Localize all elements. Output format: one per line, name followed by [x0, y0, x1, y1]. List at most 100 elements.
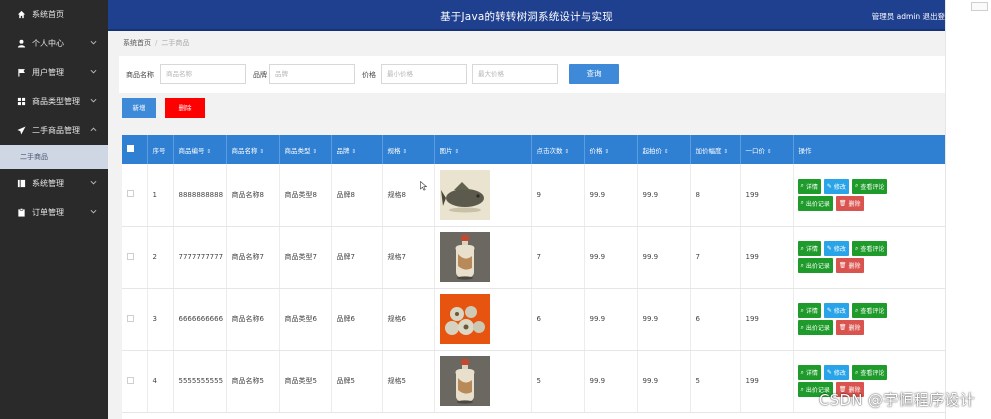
- top-header: 基于Java的转转树洞系统设计与实现 管理员 admin 退出登: [108, 0, 945, 31]
- sort-icon: ⇕: [664, 148, 669, 155]
- sidebar-item-user-management[interactable]: 用户管理: [0, 58, 108, 87]
- cell-code: 8888888888: [173, 164, 227, 227]
- sidebar-subitem-secondhand-goods[interactable]: 二手商品: [0, 145, 108, 169]
- sidebar-item-label: 商品类型管理: [32, 97, 80, 106]
- edit-button[interactable]: ✎ 修改: [823, 241, 849, 256]
- column-header[interactable]: 规格 ⇕: [382, 135, 435, 164]
- cell-increment: 6: [690, 288, 741, 351]
- column-header[interactable]: 商品编号 ⇕: [173, 135, 227, 164]
- add-button[interactable]: 新增: [122, 98, 156, 118]
- sidebar-item-label: 系统首页: [32, 10, 64, 19]
- view-reviews-button[interactable]: ⌕ 查看评论: [851, 178, 888, 194]
- brand-label: 品牌: [253, 71, 267, 79]
- cell-actions: ⌕ 详情 ✎ 修改 ⌕ 查看评论 ⌕ 出价记录 🗑 删除: [793, 288, 945, 351]
- bid-records-button[interactable]: ⌕ 出价记录: [797, 258, 833, 273]
- column-header[interactable]: 图片 ⇕: [434, 135, 532, 164]
- edit-button[interactable]: ✎ 修改: [823, 365, 849, 380]
- sort-icon: ⇕: [312, 148, 318, 155]
- grid-icon: [17, 97, 26, 106]
- cell-spec: 规格7: [382, 226, 435, 289]
- cell-price: 99.9: [584, 164, 638, 227]
- bid-records-button[interactable]: ⌕ 出价记录: [797, 195, 833, 211]
- name-search-input[interactable]: 商品名称: [160, 64, 246, 84]
- column-header: 操作: [793, 135, 945, 164]
- search-icon: ⌕: [800, 385, 804, 393]
- detail-button[interactable]: ⌕ 详情: [797, 365, 821, 380]
- row-delete-button[interactable]: 🗑 删除: [835, 258, 864, 273]
- row-checkbox[interactable]: [122, 164, 148, 227]
- sidebar-item-category-management[interactable]: 商品类型管理: [0, 87, 108, 116]
- detail-button[interactable]: ⌕ 详情: [797, 241, 821, 256]
- row-checkbox[interactable]: [122, 288, 148, 351]
- cell-increment: 5: [690, 350, 741, 413]
- bulk-delete-button[interactable]: 删除: [165, 98, 205, 118]
- sidebar-item-home[interactable]: 系统首页: [0, 0, 108, 29]
- cell-index: 3: [147, 288, 174, 351]
- breadcrumb-home[interactable]: 系统首页: [123, 39, 151, 47]
- sidebar: 系统首页 个人中心 用户管理 商品类型管理 二手商品管理 二手商品 系统管理 订…: [0, 0, 108, 419]
- column-header[interactable]: 点击次数 ⇕: [531, 135, 585, 164]
- user-menu[interactable]: 管理员 admin 退出登: [872, 11, 945, 22]
- product-thumbnail[interactable]: [439, 232, 531, 282]
- search-icon: ⌕: [800, 323, 804, 331]
- sidebar-item-order-management[interactable]: 订单管理: [0, 198, 108, 227]
- sidebar-item-secondhand-management[interactable]: 二手商品管理: [0, 116, 108, 145]
- product-thumbnail[interactable]: [439, 356, 531, 406]
- sidebar-item-label: 个人中心: [32, 39, 64, 48]
- view-reviews-button[interactable]: ⌕ 查看评论: [851, 365, 888, 380]
- sidebar-item-personal-center[interactable]: 个人中心: [0, 29, 108, 58]
- window-control-icon[interactable]: [971, 2, 988, 11]
- row-delete-button[interactable]: 🗑 删除: [835, 320, 864, 335]
- column-header[interactable]: 价格 ⇕: [584, 135, 638, 164]
- row-delete-button[interactable]: 🗑 删除: [835, 195, 864, 211]
- row-checkbox[interactable]: [122, 226, 148, 289]
- detail-button[interactable]: ⌕ 详情: [797, 178, 821, 194]
- cell-image: [434, 350, 532, 413]
- table-row: 3 6666666666 商品名称6 商品类型6 品牌6 规格6 6 99.9 99.9 6 199…: [122, 288, 945, 351]
- select-all-checkbox[interactable]: [122, 135, 148, 164]
- detail-button[interactable]: ⌕ 详情: [797, 303, 821, 318]
- product-thumbnail[interactable]: [439, 169, 531, 220]
- column-header[interactable]: 品牌 ⇕: [331, 135, 383, 164]
- product-thumbnail[interactable]: [439, 294, 531, 344]
- cell-image: [434, 226, 532, 289]
- column-header: 序号: [147, 135, 174, 164]
- search-icon: ⌕: [800, 306, 804, 314]
- chevron-down-icon: [90, 98, 97, 103]
- brand-search-input[interactable]: 品牌: [269, 64, 355, 84]
- query-button[interactable]: 查询: [569, 64, 619, 84]
- sidebar-item-label: 订单管理: [32, 208, 64, 217]
- cell-brand: 品牌5: [331, 350, 383, 413]
- app-window: 系统首页 个人中心 用户管理 商品类型管理 二手商品管理 二手商品 系统管理 订…: [0, 0, 991, 419]
- sidebar-item-label: 二手商品管理: [32, 126, 80, 135]
- cell-buyout: 199: [740, 288, 794, 351]
- edit-button[interactable]: ✎ 修改: [823, 178, 849, 194]
- max-price-input[interactable]: 最大价格: [472, 64, 558, 84]
- column-header[interactable]: 一口价 ⇕: [740, 135, 794, 164]
- column-header[interactable]: 加价幅度 ⇕: [690, 135, 741, 164]
- edit-button[interactable]: ✎ 修改: [823, 303, 849, 318]
- column-header[interactable]: 商品类型 ⇕: [279, 135, 332, 164]
- cell-image: [434, 288, 532, 351]
- chevron-up-icon: [90, 127, 97, 132]
- main-content: 系统首页 / 二手商品 商品名称 商品名称 品牌 品牌 价格 最小价格 最大价格 查…: [108, 31, 945, 419]
- column-header[interactable]: 商品名称 ⇕: [226, 135, 280, 164]
- sidebar-item-system-management[interactable]: 系统管理: [0, 169, 108, 198]
- cell-name: 商品名称5: [226, 350, 280, 413]
- view-reviews-button[interactable]: ⌕ 查看评论: [851, 303, 888, 318]
- cell-brand: 品牌8: [331, 164, 383, 227]
- trash-icon: 🗑: [838, 324, 847, 331]
- column-header[interactable]: 起拍价 ⇕: [637, 135, 691, 164]
- cell-increment: 8: [690, 164, 741, 227]
- cell-price: 99.9: [584, 350, 638, 413]
- cell-name: 商品名称8: [226, 164, 280, 227]
- min-price-input[interactable]: 最小价格: [381, 64, 467, 84]
- page-title: 基于Java的转转树洞系统设计与实现: [440, 11, 613, 23]
- bid-records-button[interactable]: ⌕ 出价记录: [797, 320, 833, 335]
- view-reviews-button[interactable]: ⌕ 查看评论: [851, 241, 888, 256]
- row-checkbox[interactable]: [122, 350, 148, 413]
- sidebar-subitem-label: 二手商品: [20, 153, 48, 161]
- send-icon: [17, 126, 26, 135]
- search-icon: ⌕: [800, 199, 804, 207]
- search-icon: ⌕: [800, 261, 804, 269]
